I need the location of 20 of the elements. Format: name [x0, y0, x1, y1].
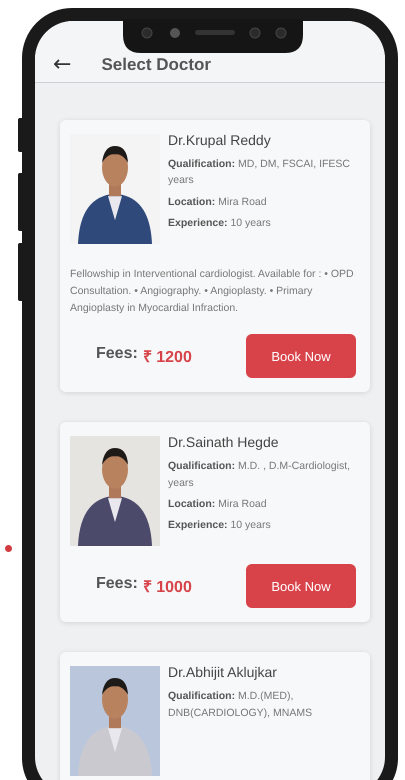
- fees-label: Fees:: [96, 575, 138, 594]
- doctor-detail: Experience: 10 years: [168, 518, 272, 534]
- doctor-detail: Experience: 10 years: [168, 216, 272, 231]
- fee-amount: ₹ 1000: [142, 578, 192, 598]
- book-now-button[interactable]: Book Now: [246, 334, 356, 378]
- doctor-name: Dr.Sainath Hegde: [168, 434, 280, 450]
- doctor-name: Dr.Abhijit Aklujkar: [168, 664, 278, 680]
- doctor-detail: Qualification: M.D. , D.M-Cardiologist, years: [168, 459, 352, 491]
- fee-amount: ₹ 1200: [142, 348, 192, 368]
- doctor-detail: Location: Mira Road: [168, 496, 268, 512]
- doctor-detail: Qualification: M.D.(MED), DNB(CARDIOLOGY), MNAMS: [168, 689, 314, 721]
- back-button[interactable]: ←: [49, 54, 76, 76]
- screen-title: Select Doctor: [101, 54, 212, 74]
- doctor-name: Dr.Krupal Reddy: [168, 132, 272, 148]
- fees-label: Fees:: [96, 345, 138, 364]
- doctor-detail: Location: Mira Road: [168, 194, 268, 210]
- doctor-description: Fellowship in Interventional cardiologist. Available for : • OPD Consultation. • Angiography. • Angioplasty. • Primary Angioplasty in Myocardial Infraction.: [70, 267, 355, 316]
- accent-dot: [5, 545, 12, 552]
- book-now-button[interactable]: Book Now: [246, 564, 356, 608]
- doctor-detail: Qualification: MD, DM, FSCAI, IFESC years: [168, 157, 352, 188]
